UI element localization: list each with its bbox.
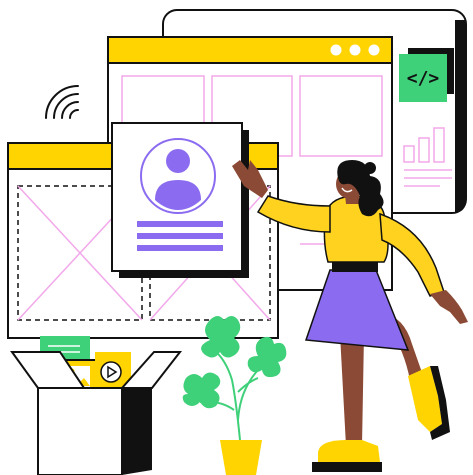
web-design-illustration: </> xyxy=(7,9,468,475)
plant-leaf xyxy=(182,372,221,409)
profile-text-line xyxy=(137,221,223,227)
profile-text-line xyxy=(137,233,223,239)
code-badge: </> xyxy=(399,48,454,102)
profile-card xyxy=(111,122,249,278)
window-dot xyxy=(349,44,361,56)
user-avatar-icon xyxy=(140,138,216,214)
code-icon: </> xyxy=(407,68,440,89)
plant-leaf xyxy=(247,336,287,378)
window-dot xyxy=(368,44,380,56)
open-box xyxy=(10,336,183,475)
wifi-signal-icon xyxy=(45,85,79,119)
profile-text-line xyxy=(137,245,223,251)
window-dot xyxy=(330,44,342,56)
potted-plant xyxy=(182,316,287,475)
